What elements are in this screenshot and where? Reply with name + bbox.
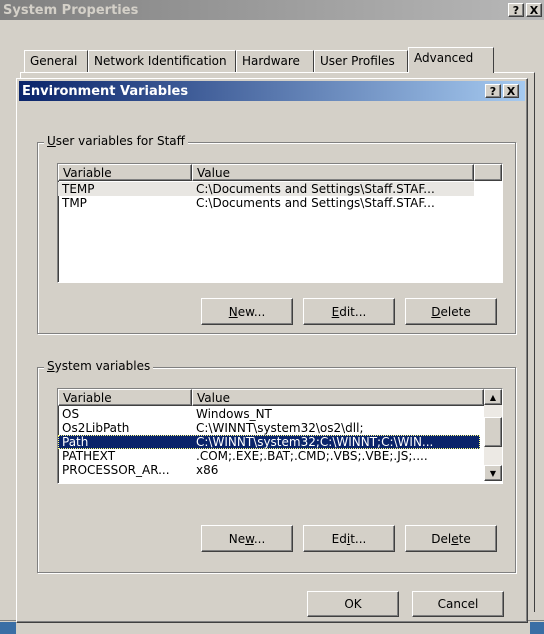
system-properties-title: System Properties	[3, 2, 139, 18]
column-header-value[interactable]: Value	[192, 164, 474, 181]
system-edit-button[interactable]: Edit...	[303, 525, 395, 552]
system-properties-titlebar: System Properties ? X	[0, 0, 544, 20]
system-variables-list[interactable]: Variable Value OS Windows_NT Os2LibPath …	[57, 388, 503, 484]
help-button[interactable]: ?	[485, 84, 501, 98]
user-new-button[interactable]: New...	[201, 298, 293, 325]
ok-button[interactable]: OK	[307, 591, 399, 617]
tab-hardware[interactable]: Hardware	[236, 50, 314, 72]
column-header-variable[interactable]: Variable	[58, 389, 192, 406]
table-row[interactable]: Os2LibPath C:\WINNT\system32\os2\dll;	[58, 421, 480, 435]
taskbar-strip	[0, 622, 16, 634]
tab-network-identification[interactable]: Network Identification	[88, 50, 236, 72]
system-properties-close-button[interactable]: X	[526, 3, 542, 17]
table-row[interactable]: PROCESSOR_AR... x86	[58, 463, 480, 477]
table-row[interactable]: OS Windows_NT	[58, 407, 480, 421]
column-header-filler	[474, 164, 502, 181]
user-variables-list[interactable]: Variable Value TEMP C:\Documents and Set…	[57, 163, 503, 283]
environment-variables-dialog: Environment Variables ? X User variables…	[16, 78, 528, 623]
tab-advanced[interactable]: Advanced	[408, 47, 494, 73]
scroll-down-button[interactable]: ▼	[484, 465, 502, 481]
close-button[interactable]: X	[503, 84, 519, 98]
tab-user-profiles[interactable]: User Profiles	[314, 50, 408, 72]
table-row[interactable]: PATHEXT .COM;.EXE;.BAT;.CMD;.VBS;.VBE;.J…	[58, 449, 480, 463]
user-delete-button[interactable]: Delete	[405, 298, 497, 325]
user-variables-header: Variable Value	[58, 164, 502, 181]
system-variables-header: Variable Value	[58, 389, 484, 406]
system-properties-help-button[interactable]: ?	[508, 3, 524, 17]
cancel-button[interactable]: Cancel	[412, 591, 504, 617]
system-variables-scrollbar[interactable]: ▲ ▼	[484, 389, 502, 481]
user-edit-button[interactable]: Edit...	[303, 298, 395, 325]
scroll-thumb[interactable]	[484, 417, 502, 447]
system-variables-label: System variables	[44, 359, 154, 373]
system-delete-button[interactable]: Delete	[405, 525, 497, 552]
arrow-up-icon: ▲	[489, 392, 497, 402]
tab-general[interactable]: General	[24, 50, 88, 72]
arrow-down-icon: ▼	[489, 468, 497, 478]
environment-variables-titlebar: Environment Variables ? X	[19, 81, 525, 101]
table-row-selected[interactable]: Path C:\WINNT\system32;C:\WINNT;C:\WIN..…	[58, 435, 480, 449]
table-row[interactable]: TEMP C:\Documents and Settings\Staff.STA…	[58, 182, 474, 196]
taskbar-strip-right	[530, 622, 544, 634]
environment-variables-title: Environment Variables	[22, 83, 189, 99]
table-row[interactable]: TMP C:\Documents and Settings\Staff.STAF…	[58, 196, 474, 210]
column-header-variable[interactable]: Variable	[58, 164, 192, 181]
column-header-value[interactable]: Value	[192, 389, 484, 406]
system-new-button[interactable]: New...	[201, 525, 293, 552]
scroll-up-button[interactable]: ▲	[484, 389, 502, 405]
user-variables-label: User variables for Staff	[44, 134, 188, 148]
